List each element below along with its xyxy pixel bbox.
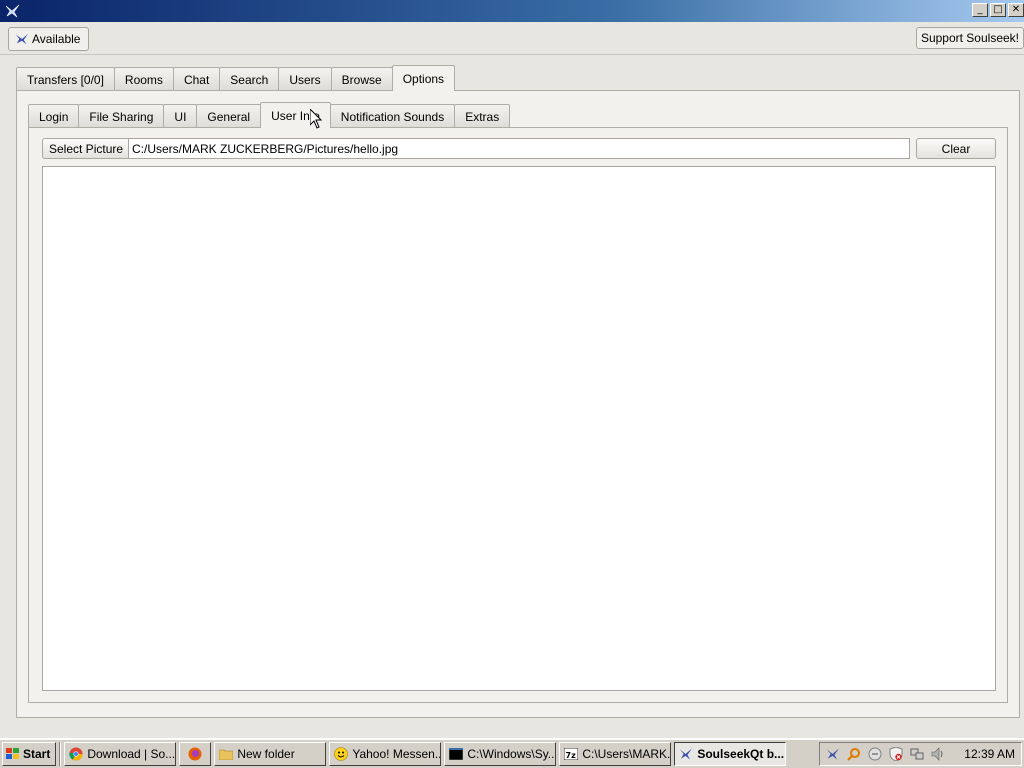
mouse-cursor-icon (309, 107, 323, 132)
taskbar-item-7zip[interactable]: 7z C:\Users\MARK... (559, 742, 672, 766)
subtab-file-sharing[interactable]: File Sharing (78, 104, 165, 128)
soulseek-bird-icon (4, 3, 20, 19)
support-soulseek-button[interactable]: Support Soulseek! (915, 27, 1024, 49)
toolbar-divider (0, 54, 1024, 55)
volume-tray-icon[interactable] (931, 747, 945, 761)
svg-text:7z: 7z (566, 751, 577, 760)
status-button[interactable]: Available (8, 27, 90, 51)
subtab-login[interactable]: Login (28, 104, 80, 128)
soulseek-bird-icon (15, 32, 29, 46)
network-tray-icon[interactable] (910, 747, 924, 761)
tab-rooms[interactable]: Rooms (113, 67, 174, 91)
system-tray: 12:39 AM (819, 742, 1022, 766)
soulseek-tray-icon[interactable] (826, 747, 840, 761)
taskbar-item-yahoo-messenger[interactable]: Yahoo! Messen... (329, 742, 442, 766)
soulseek-icon (679, 747, 693, 761)
yahoo-messenger-icon (334, 747, 349, 761)
tab-transfers[interactable]: Transfers [0/0] (16, 67, 115, 91)
taskbar-item-firefox[interactable] (179, 742, 212, 766)
tab-browse[interactable]: Browse (330, 67, 393, 91)
subtab-notification-sounds[interactable]: Notification Sounds (329, 104, 456, 128)
maximize-button[interactable]: □ (990, 3, 1006, 17)
start-button[interactable]: Start (2, 742, 57, 766)
taskbar-item-soulseekqt[interactable]: SoulseekQt b... (674, 742, 787, 766)
folder-icon (219, 747, 234, 761)
main-tab-bar: Transfers [0/0] Rooms Chat Search Users … (16, 65, 456, 91)
tab-options[interactable]: Options (391, 65, 456, 91)
firefox-icon (188, 747, 202, 761)
user-info-description[interactable] (42, 166, 996, 691)
tab-chat[interactable]: Chat (172, 67, 221, 91)
security-warning-tray-icon[interactable] (889, 747, 903, 761)
user-info-panel: Select Picture C:/Users/MARK ZUCKERBERG/… (28, 127, 1008, 703)
select-picture-button[interactable]: Select Picture (42, 138, 131, 159)
close-button[interactable]: ✕ (1008, 3, 1024, 17)
app-window: Available Support Soulseek! Transfers [0… (0, 22, 1024, 738)
tab-users[interactable]: Users (278, 67, 332, 91)
taskbar-separator (59, 742, 62, 766)
chrome-icon (69, 747, 83, 761)
cmd-icon (449, 747, 464, 761)
taskbar: Start Download | So... New folder Yahoo!… (0, 738, 1024, 768)
toolbar: Available Support Soulseek! (0, 22, 1024, 56)
7zip-icon: 7z (564, 747, 579, 761)
options-sub-tab-bar: Login File Sharing UI General User Info … (28, 102, 511, 128)
title-bar: _ □ ✕ (0, 0, 1024, 22)
tab-search[interactable]: Search (219, 67, 280, 91)
taskbar-item-new-folder[interactable]: New folder (214, 742, 327, 766)
search-tray-icon[interactable] (847, 747, 861, 761)
messenger-tray-icon[interactable] (868, 747, 882, 761)
start-label: Start (23, 747, 51, 761)
windows-logo-icon (6, 747, 20, 761)
status-label: Available (32, 32, 81, 46)
picture-path-field[interactable]: C:/Users/MARK ZUCKERBERG/Pictures/hello.… (128, 138, 910, 159)
taskbar-item-command-prompt[interactable]: C:\Windows\Sy... (444, 742, 557, 766)
clear-button[interactable]: Clear (916, 138, 996, 159)
subtab-ui[interactable]: UI (163, 104, 198, 128)
taskbar-item-chrome-download[interactable]: Download | So... (64, 742, 177, 766)
minimize-button[interactable]: _ (972, 3, 988, 17)
taskbar-clock: 12:39 AM (964, 747, 1015, 761)
subtab-general[interactable]: General (196, 104, 262, 128)
subtab-extras[interactable]: Extras (454, 104, 511, 128)
options-panel: Login File Sharing UI General User Info … (16, 90, 1020, 718)
